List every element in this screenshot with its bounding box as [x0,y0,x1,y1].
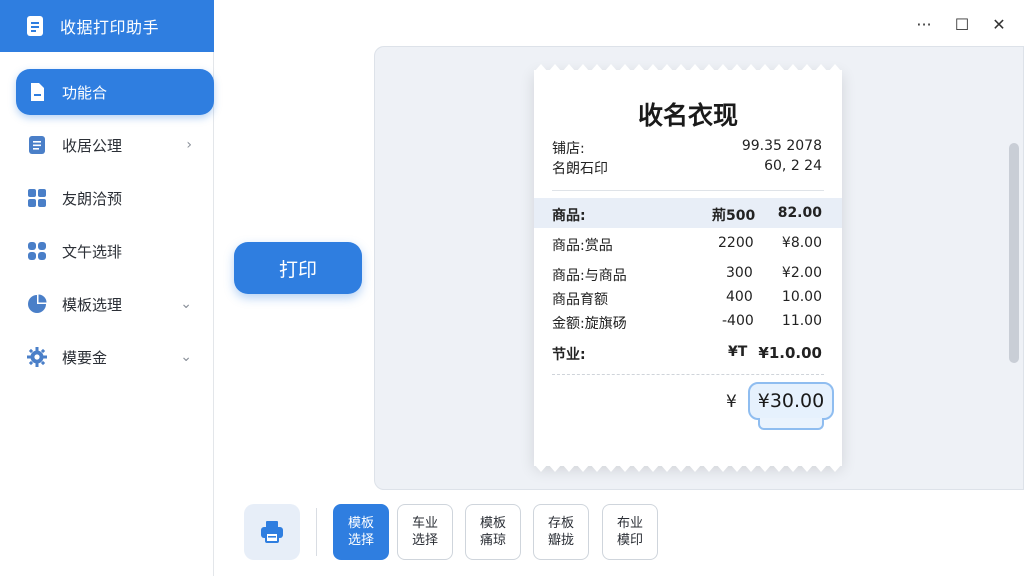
receipt-title: 收名衣现 [637,101,738,130]
chevron-down-icon: ⌄ [180,296,192,312]
receipt-row-amount: ¥8.00 [781,235,822,251]
receipt-total-tail [758,418,824,430]
sidebar-item-preview[interactable]: 友朗洽预 [16,175,214,221]
sidebar: 收据打印助手 功能合 收居公理 › 友朗洽预 文午选琲 模板选理 ⌄ 模要金 ⌄ [0,0,214,576]
sidebar-item-files[interactable]: 文午选琲 [16,228,214,274]
sidebar-item-label: 友朗洽预 [62,189,123,208]
receipt-meta-label: 铺店: [552,141,585,157]
document-icon [27,16,43,36]
toolbar-button-label: 模板 痛琼 [479,516,506,548]
printer-button[interactable] [244,504,300,560]
layout-print-button[interactable]: 布业 模印 [602,504,658,560]
receipt-header-qty: 荊500 [712,208,756,224]
receipt-zigzag-top [534,64,842,72]
printer-icon [261,521,283,543]
receipt-row-amount: 10.00 [781,289,822,305]
sidebar-item-label: 文午选琲 [62,242,123,261]
receipt-row-name: 商品:赏品 [552,238,613,254]
receipt-subtotal-label: 节业: [552,347,586,363]
document-icon [31,83,44,101]
receipt-row-name: 金额:旋旗砀 [552,316,627,332]
print-button[interactable]: 打印 [234,242,362,294]
receipt-row-qty: -400 [722,313,754,329]
maximize-button[interactable]: ☐ [950,12,974,36]
app-title: 收据打印助手 [60,18,160,37]
sidebar-item-label: 功能合 [62,83,108,102]
receipt-row-amount: ¥2.00 [781,265,822,281]
apps-icon [28,242,46,260]
receipt-header-name: 商品: [552,208,586,224]
list-icon [29,136,45,154]
receipt-row-name: 商品育额 [552,292,608,308]
template-select-button[interactable]: 模板 选择 [333,504,389,560]
receipt-divider [552,190,824,191]
receipt-row-qty: 300 [726,265,753,281]
chevron-right-icon: › [186,137,192,153]
receipt-row-amount: 11.00 [781,313,822,329]
sidebar-item-settings[interactable]: 模要金 ⌄ [16,334,214,380]
scrollbar[interactable] [1009,143,1019,363]
template-edit-button[interactable]: 模板 痛琼 [465,504,521,560]
grid-icon [28,189,46,207]
receipt-meta-value: 60, 2 24 [764,158,822,174]
toolbar-separator [316,508,317,556]
chevron-down-icon: ⌄ [180,349,192,365]
receipt-total-currency: ¥ [726,392,737,412]
sidebar-item-label: 收居公理 [62,136,123,155]
receipt-meta-value: 99.35 2078 [741,138,822,154]
app-header: 收据打印助手 [0,0,214,52]
receipt-row-qty: 2200 [718,235,754,251]
sidebar-item-label: 模板选理 [62,295,123,314]
more-button[interactable]: ··· [912,12,936,36]
toolbar-button-label: 存板 瓣拢 [547,516,574,548]
receipt: 收名衣现 铺店: 99.35 2078 名朗石印 60, 2 24 商品: 荊5… [534,64,842,472]
receipt-total-chip[interactable]: ¥30.00 [748,382,834,420]
toolbar-button-label: 布业 模印 [616,516,643,548]
receipt-divider [552,374,824,375]
receipt-subtotal-qty: ¥T [728,344,748,360]
gear-icon [27,347,47,367]
sidebar-item-receipts[interactable]: 收居公理 › [16,122,214,168]
sidebar-item-functions[interactable]: 功能合 [16,69,214,115]
receipt-row-name: 商品:与商品 [552,268,627,284]
close-button[interactable]: ✕ [987,12,1011,36]
sidebar-item-label: 模要金 [62,348,108,367]
receipt-header-amount: 82.00 [777,205,822,221]
receipt-zigzag-bottom [534,464,842,472]
toolbar-button-label: 车业 选择 [411,516,438,548]
receipt-subtotal-amount: ¥1.0.00 [758,344,822,362]
template-save-button[interactable]: 存板 瓣拢 [533,504,589,560]
pie-chart-icon [28,294,47,313]
business-select-button[interactable]: 车业 选择 [397,504,453,560]
receipt-row-qty: 400 [726,289,753,305]
toolbar-button-label: 模板 选择 [347,516,374,548]
sidebar-item-templates[interactable]: 模板选理 ⌄ [16,281,214,327]
receipt-meta-label: 名朗石印 [552,161,608,177]
